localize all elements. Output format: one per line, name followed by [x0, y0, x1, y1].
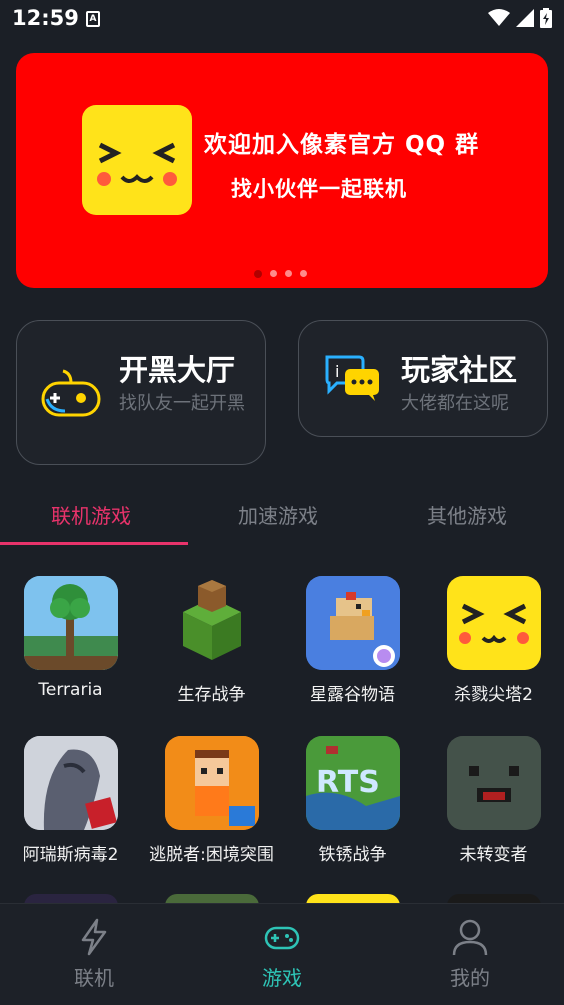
nav-mine[interactable]: 我的 [376, 918, 564, 991]
lobby-card[interactable]: 开黑大厅 找队友一起开黑 [16, 320, 266, 465]
nav-mine-label: 我的 [450, 966, 490, 990]
game-name: 生存战争 [177, 685, 246, 705]
game-item[interactable]: 杀戮尖塔2 [423, 576, 564, 705]
bottom-nav: 联机 游戏 我的 [0, 903, 564, 1005]
game-name: 铁锈战争 [318, 845, 387, 865]
pagination-dot[interactable] [285, 270, 292, 277]
lobby-title: 开黑大厅 [119, 353, 236, 387]
user-icon [452, 919, 488, 956]
game-item[interactable]: Terraria [0, 576, 141, 700]
gamepad-nav-icon [264, 926, 300, 950]
game-name: 杀戮尖塔2 [454, 685, 533, 705]
unturned-icon [446, 736, 541, 830]
game-name: 星露谷物语 [310, 685, 395, 705]
nav-online-label: 联机 [74, 966, 114, 990]
gamepad-icon [41, 369, 101, 417]
promo-banner[interactable]: 欢迎加入像素官方 QQ 群 找小伙伴一起联机 [16, 53, 548, 288]
survivalcraft-icon [165, 576, 259, 670]
game-name: Terraria [38, 680, 103, 700]
ares-virus-icon [23, 736, 118, 830]
nav-games[interactable]: 游戏 [188, 918, 376, 991]
yellow-face-icon [446, 576, 541, 670]
battery-charging-icon [540, 8, 552, 28]
lobby-subtitle: 找队友一起开黑 [119, 393, 245, 414]
game-name: 阿瑞斯病毒2 [22, 845, 119, 865]
tab-active-indicator [0, 542, 188, 545]
banner-pagination [254, 270, 307, 278]
game-item[interactable]: 未转变者 [423, 736, 564, 865]
nav-games-label: 游戏 [262, 966, 302, 990]
banner-subtitle: 找小伙伴一起联机 [231, 177, 407, 201]
pagination-dot[interactable] [300, 270, 307, 277]
a-app-icon: A [86, 11, 100, 27]
tab-other-games[interactable]: 其他游戏 [427, 500, 507, 529]
community-card[interactable]: i 玩家社区 大佬都在这呢 [298, 320, 548, 437]
game-item[interactable]: 生存战争 [141, 576, 282, 705]
game-item[interactable]: RTS 铁锈战争 [282, 736, 423, 865]
pagination-dot[interactable] [254, 270, 262, 278]
svg-text:i: i [335, 362, 339, 381]
rusted-warfare-icon: RTS [305, 736, 400, 830]
game-name: 未转变者 [459, 845, 528, 865]
stardew-chicken-icon [305, 576, 400, 670]
banner-title: 欢迎加入像素官方 QQ 群 [204, 132, 480, 158]
escapists-icon [164, 736, 259, 830]
lightning-icon [81, 918, 107, 956]
game-category-tabs: 联机游戏 加速游戏 其他游戏 [0, 490, 564, 546]
terraria-icon [23, 576, 118, 670]
svg-text:RTS: RTS [316, 765, 380, 800]
signal-icon [516, 9, 534, 27]
tab-online-games[interactable]: 联机游戏 [51, 500, 131, 529]
chat-bubbles-icon: i [325, 355, 379, 401]
tab-accelerated-games[interactable]: 加速游戏 [238, 500, 318, 529]
game-item[interactable]: 逃脱者:困境突围 [141, 736, 282, 865]
status-icons [488, 8, 552, 28]
game-item[interactable]: 星露谷物语 [282, 576, 423, 705]
status-time: 12:59 [12, 6, 79, 30]
pagination-dot[interactable] [270, 270, 277, 277]
nav-online[interactable]: 联机 [0, 918, 188, 991]
game-name: 逃脱者:困境突围 [149, 845, 274, 865]
community-subtitle: 大佬都在这呢 [401, 393, 509, 414]
wifi-icon [488, 9, 510, 26]
qq-group-mascot-icon [82, 105, 192, 215]
community-title: 玩家社区 [401, 353, 518, 387]
status-bar: 12:59 A [0, 0, 564, 38]
game-item[interactable]: 阿瑞斯病毒2 [0, 736, 141, 865]
